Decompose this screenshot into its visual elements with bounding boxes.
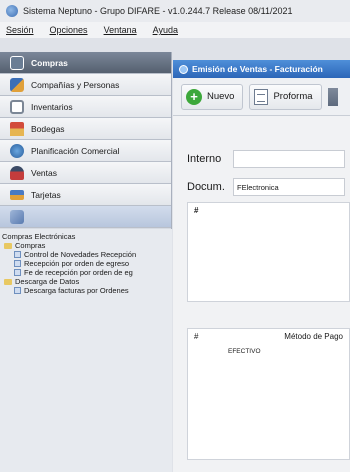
menu-ventana[interactable]: Ventana (104, 25, 137, 35)
grid-index-header: # (194, 206, 199, 215)
sidebar-item-companias[interactable]: Compañías y Personas (0, 74, 171, 96)
sales-invoice-window: Emisión de Ventas - Facturación + Nuevo … (173, 60, 350, 472)
chart-icon (10, 209, 24, 224)
app-icon (6, 5, 18, 17)
window-title: Sistema Neptuno - Grupo DIFARE - v1.0.24… (23, 6, 293, 16)
menu-ayuda[interactable]: Ayuda (153, 25, 178, 35)
docum-label: Docum. (187, 181, 225, 193)
docum-row: Docum. FElectronica (173, 178, 345, 196)
menu-bar: Sesión Opciones Ventana Ayuda (0, 22, 350, 38)
sidebar-item-label: Compañías y Personas (31, 79, 120, 90)
tree-item-label: Control de Novedades Recepción (24, 250, 137, 259)
navigation-tree: Compras Electrónicas Compras Control de … (0, 229, 172, 472)
proforma-button-label: Proforma (273, 91, 313, 102)
person-icon (10, 165, 24, 180)
document-icon (14, 260, 21, 267)
tree-group-compras[interactable]: Compras (2, 241, 172, 250)
interno-row: Interno (173, 150, 345, 168)
people-icon (10, 77, 24, 92)
sidebar-item-planificacion[interactable]: Planificación Comercial (0, 140, 171, 162)
new-button[interactable]: + Nuevo (181, 83, 244, 110)
tree-group-label: Descarga de Datos (15, 277, 80, 286)
tree-root[interactable]: Compras Electrónicas (2, 232, 172, 241)
tree-item[interactable]: Recepción por orden de egreso (2, 259, 172, 268)
document-title: Emisión de Ventas - Facturación (192, 64, 323, 74)
document-icon (254, 88, 269, 105)
grid-index-header: # (194, 332, 199, 341)
sidebar-item-label: Inventarios (31, 101, 73, 112)
document-icon (14, 269, 21, 276)
tree-item-label: Recepción por orden de egreso (24, 259, 130, 268)
document-icon (14, 287, 21, 294)
tree-item[interactable]: Descarga facturas por Ordenes (2, 286, 172, 295)
sidebar-item-label: Bodegas (31, 123, 65, 134)
tree-group-descarga[interactable]: Descarga de Datos (2, 277, 172, 286)
sidebar-item-inventarios[interactable]: Inventarios (0, 96, 171, 118)
document-icon (14, 251, 21, 258)
sidebar-item-compras[interactable]: Compras (0, 52, 171, 74)
proforma-button[interactable]: Proforma (249, 83, 322, 110)
items-grid[interactable]: # (187, 202, 350, 302)
interno-label: Interno (187, 153, 222, 165)
menu-sesion[interactable]: Sesión (6, 25, 34, 35)
plus-icon: + (186, 88, 202, 105)
tree-item[interactable]: Fe de recepción por orden de eg (2, 268, 172, 277)
document-title-bar: Emisión de Ventas - Facturación (173, 60, 350, 78)
sidebar-item-bodegas[interactable]: Bodegas (0, 118, 171, 140)
payment-method-header: Método de Pago (284, 332, 343, 341)
globe-icon (10, 143, 24, 158)
window-icon (179, 64, 188, 74)
tree-group-label: Compras (15, 241, 46, 250)
interno-field[interactable] (233, 150, 345, 168)
new-button-label: Nuevo (207, 91, 235, 102)
menu-opciones[interactable]: Opciones (50, 25, 88, 35)
document-toolbar: + Nuevo Proforma (173, 78, 350, 116)
tree-item-label: Descarga facturas por Ordenes (24, 286, 129, 295)
sidebar-item-collapsed[interactable] (0, 206, 171, 228)
tree-item[interactable]: Control de Novedades Recepción (2, 250, 172, 259)
sidebar-item-ventas[interactable]: Ventas (0, 162, 171, 184)
house-icon (10, 121, 24, 136)
folder-icon (4, 278, 12, 285)
docum-field[interactable]: FElectronica (233, 178, 345, 196)
toolbar-overflow-icon[interactable] (327, 87, 338, 106)
box-icon (10, 99, 24, 114)
title-bar: Sistema Neptuno - Grupo DIFARE - v1.0.24… (0, 0, 350, 22)
sidebar-item-label: Planificación Comercial (31, 145, 120, 156)
payment-grid-header: # Método de Pago (188, 329, 349, 344)
sidebar-item-label: Ventas (31, 167, 57, 178)
card-icon (10, 189, 24, 200)
sidebar-item-label: Tarjetas (31, 189, 61, 200)
sidebar-item-tarjetas[interactable]: Tarjetas (0, 184, 171, 206)
payment-method-cell[interactable]: EFECTIVO (188, 344, 349, 355)
tree-item-label: Fe de recepción por orden de eg (24, 268, 133, 277)
sidebar-item-label: Compras (31, 57, 68, 68)
cart-icon (10, 55, 24, 70)
payment-grid[interactable]: # Método de Pago EFECTIVO (187, 328, 350, 460)
folder-icon (4, 242, 12, 249)
